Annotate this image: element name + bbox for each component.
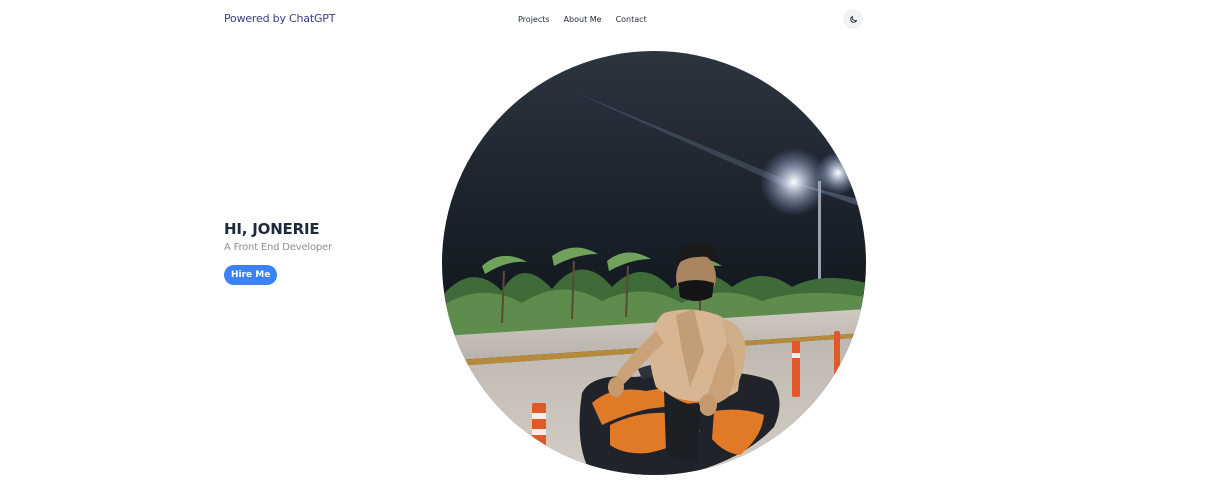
hero-title: HI, JONERIE [224,220,320,238]
nav-link-projects[interactable]: Projects [518,15,550,24]
nav-link-contact[interactable]: Contact [616,15,647,24]
theme-toggle-button[interactable] [843,9,863,29]
hero-intro: HI, JONERIE A Front End Developer Hire M… [224,220,332,285]
profile-photo-image [442,51,866,475]
moon-icon [849,15,857,23]
site-header: Powered by ChatGPT Projects About Me Con… [0,0,1206,40]
nav-link-about-me[interactable]: About Me [564,15,602,24]
main-nav: Projects About Me Contact [518,15,647,24]
hire-me-button[interactable]: Hire Me [224,265,278,285]
hero-subtitle: A Front End Developer [224,242,332,253]
profile-photo [442,51,866,475]
brand-link[interactable]: Powered by ChatGPT [224,12,335,25]
